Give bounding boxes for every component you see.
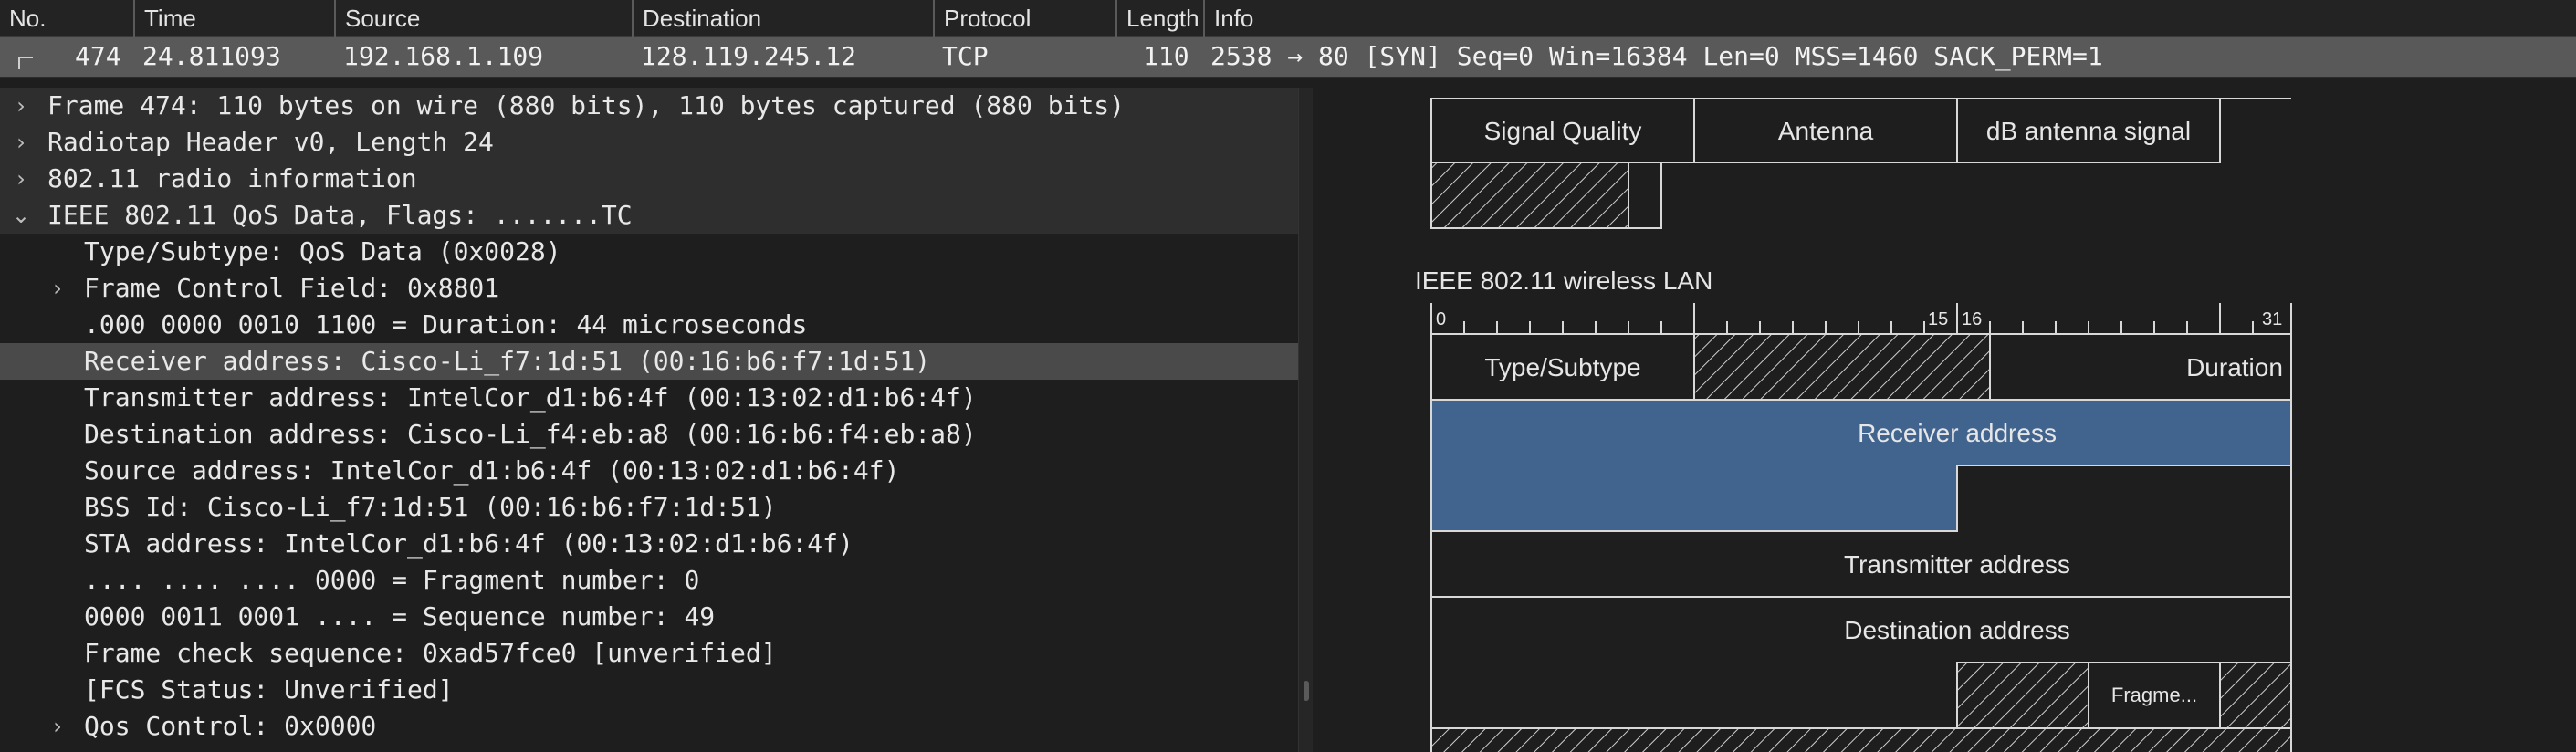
related-packet-marker-icon [18, 57, 33, 69]
tree-item-label: Transmitter address: IntelCor_d1:b6:4f (… [84, 382, 977, 413]
bit-label-15: 15 [1928, 309, 1948, 329]
cell-destination: 128.119.245.12 [641, 41, 857, 71]
tree-item-label: Receiver address: Cisco-Li_f7:1d:51 (00:… [84, 346, 931, 376]
tree-item-radio-info[interactable]: › 802.11 radio information [0, 161, 1298, 197]
column-header-time[interactable]: Time [133, 0, 334, 37]
field-destination-address-label: Destination address [1844, 616, 2069, 644]
padding-hatch [1430, 162, 1629, 229]
radiotap-fields-row: Signal Quality Antenna dB antenna signal [1430, 98, 2291, 229]
packet-details-pane: › Frame 474: 110 bytes on wire (880 bits… [0, 88, 1298, 752]
cell-info: 2538 → 80 [SYN] Seq=0 Win=16384 Len=0 MS… [1210, 41, 2103, 71]
field-fragment-label: Fragme... [2111, 684, 2197, 706]
expand-arrow-icon[interactable]: › [44, 708, 71, 745]
tree-item-sta-address[interactable]: STA address: IntelCor_d1:b6:4f (00:13:02… [0, 526, 1298, 562]
tree-item-label: Frame 474: 110 bytes on wire (880 bits),… [47, 90, 1126, 120]
tree-item-qos-control[interactable]: › Qos Control: 0x0000 [0, 708, 1298, 745]
cell-source: 192.168.1.109 [343, 41, 544, 71]
expand-arrow-icon[interactable]: › [44, 270, 71, 307]
tree-item-bss-id[interactable]: BSS Id: Cisco-Li_f7:1d:51 (00:16:b6:f7:1… [0, 489, 1298, 526]
splitter-grip-icon[interactable] [1304, 681, 1309, 701]
bit-label-0: 0 [1436, 309, 1446, 329]
field-type-subtype-label: Type/Subtype [1484, 353, 1640, 381]
cell-no: 474 [75, 41, 121, 71]
packet-diagram-pane: Signal Quality Antenna dB antenna signal… [1313, 88, 2576, 752]
cell-length: 110 [1143, 41, 1189, 71]
tree-item-label: 802.11 radio information [47, 163, 417, 193]
packet-list-header: No. Time Source Destination Protocol Len… [0, 0, 2576, 37]
column-header-info[interactable]: Info [1203, 0, 2576, 37]
field-small[interactable] [1628, 162, 1662, 229]
tree-item-type-subtype[interactable]: Type/Subtype: QoS Data (0x0028) [0, 234, 1298, 270]
field-hatch-c[interactable] [1430, 727, 2292, 752]
tree-item-label: [FCS Status: Unverified] [84, 674, 454, 705]
diagram-section-title: IEEE 802.11 wireless LAN [1415, 266, 1712, 295]
tree-item-label: Type/Subtype: QoS Data (0x0028) [84, 236, 561, 266]
tree-item-label: Frame Control Field: 0x8801 [84, 273, 500, 303]
bit-label-16: 16 [1962, 309, 1982, 329]
expand-arrow-icon[interactable]: › [7, 88, 35, 124]
pane-splitter[interactable] [1298, 88, 1313, 752]
tree-item-label: BSS Id: Cisco-Li_f7:1d:51 (00:16:b6:f7:1… [84, 492, 777, 522]
field-antenna-label: Antenna [1778, 117, 1874, 145]
tree-item-fcs-status[interactable]: [FCS Status: Unverified] [0, 672, 1298, 708]
field-flags-hatch[interactable] [1693, 333, 1991, 401]
field-signal-quality-label: Signal Quality [1484, 117, 1642, 145]
tree-item-label: Frame check sequence: 0xad57fce0 [unveri… [84, 638, 777, 668]
column-header-source[interactable]: Source [334, 0, 632, 37]
column-header-no[interactable]: No. [0, 0, 131, 37]
tree-item-label: Radiotap Header v0, Length 24 [47, 127, 494, 157]
field-db-antenna-signal-label: dB antenna signal [1986, 117, 2191, 145]
tree-item-transmitter-address[interactable]: Transmitter address: IntelCor_d1:b6:4f (… [0, 380, 1298, 416]
field-hatch-b[interactable] [2219, 662, 2292, 729]
tree-item-fcs[interactable]: Frame check sequence: 0xad57fce0 [unveri… [0, 635, 1298, 672]
column-header-protocol[interactable]: Protocol [933, 0, 1115, 37]
tree-item-label: .... .... .... 0000 = Fragment number: 0 [84, 565, 700, 595]
tree-item-label: Destination address: Cisco-Li_f4:eb:a8 (… [84, 419, 977, 449]
tree-item-label: Qos Control: 0x0000 [84, 711, 377, 741]
tree-item-label: Source address: IntelCor_d1:b6:4f (00:13… [84, 455, 900, 486]
tree-item-label: IEEE 802.11 QoS Data, Flags: .......TC [47, 200, 633, 230]
tree-item-duration[interactable]: .000 0000 0010 1100 = Duration: 44 micro… [0, 307, 1298, 343]
collapse-arrow-icon[interactable]: ⌄ [7, 197, 35, 234]
tree-item-frame[interactable]: › Frame 474: 110 bytes on wire (880 bits… [0, 88, 1298, 124]
tree-item-receiver-address[interactable]: Receiver address: Cisco-Li_f7:1d:51 (00:… [0, 343, 1298, 380]
tree-item-label: .000 0000 0010 1100 = Duration: 44 micro… [84, 309, 808, 339]
expand-arrow-icon[interactable]: › [7, 124, 35, 161]
bit-ruler [1430, 303, 2292, 335]
cell-time: 24.811093 [142, 41, 281, 71]
tree-item-source-address[interactable]: Source address: IntelCor_d1:b6:4f (00:13… [0, 453, 1298, 489]
field-receiver-address-label: Receiver address [1858, 419, 2057, 447]
column-header-length[interactable]: Length [1115, 0, 1203, 37]
tree-item-fragment-number[interactable]: .... .... .... 0000 = Fragment number: 0 [0, 562, 1298, 599]
tree-item-ieee80211[interactable]: ⌄ IEEE 802.11 QoS Data, Flags: .......TC [0, 197, 1298, 234]
tree-item-label: STA address: IntelCor_d1:b6:4f (00:13:02… [84, 528, 853, 559]
tree-item-destination-address[interactable]: Destination address: Cisco-Li_f4:eb:a8 (… [0, 416, 1298, 453]
tree-item-frame-control[interactable]: › Frame Control Field: 0x8801 [0, 270, 1298, 307]
field-duration-label: Duration [2186, 353, 2283, 381]
cell-protocol: TCP [942, 41, 989, 71]
packet-row[interactable]: 474 24.811093 192.168.1.109 128.119.245.… [0, 37, 2576, 77]
expand-arrow-icon[interactable]: › [7, 161, 35, 197]
field-transmitter-address-label: Transmitter address [1844, 550, 2070, 579]
packet-diagram: Signal Quality Antenna dB antenna signal… [1415, 98, 2292, 752]
tree-item-sequence-number[interactable]: 0000 0011 0001 .... = Sequence number: 4… [0, 599, 1298, 635]
packet-list-empty-area [0, 77, 2576, 88]
tree-item-radiotap[interactable]: › Radiotap Header v0, Length 24 [0, 124, 1298, 161]
column-header-destination[interactable]: Destination [632, 0, 933, 37]
field-hatch-a[interactable] [1956, 662, 2089, 729]
tree-item-label: 0000 0011 0001 .... = Sequence number: 4… [84, 601, 716, 632]
bit-label-31: 31 [2262, 309, 2282, 329]
